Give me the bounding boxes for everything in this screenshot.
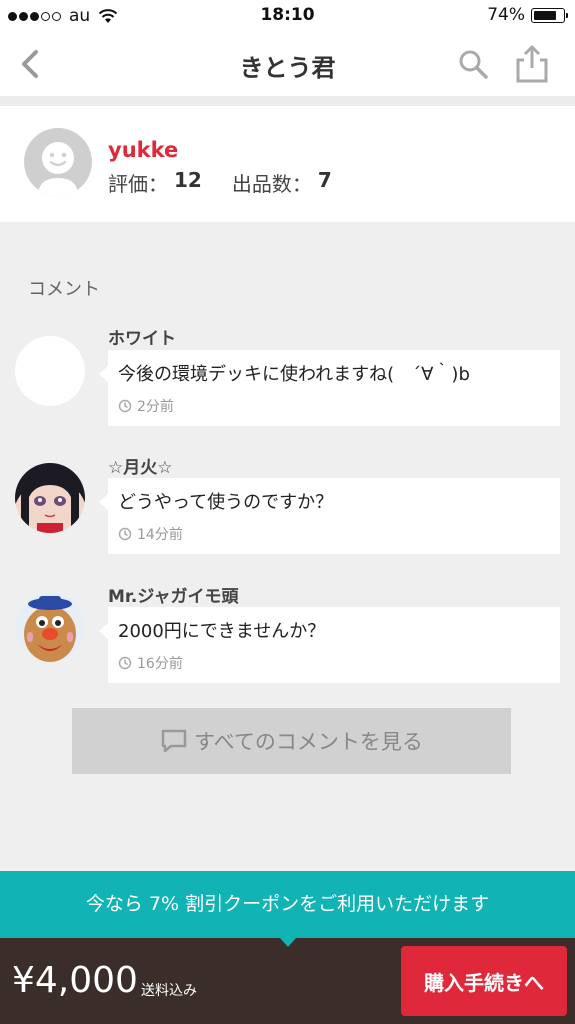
seller-avatar[interactable] — [24, 128, 92, 196]
comments-heading: コメント — [28, 279, 100, 300]
comment-time: 16分前 — [118, 653, 183, 673]
rating-label: 評価： — [108, 172, 168, 196]
comment-bubble: 2000円にできませんか？ 16分前 — [99, 607, 560, 683]
comment-bubble-icon — [161, 729, 187, 753]
comment-text: 2000円にできませんか？ — [118, 621, 326, 642]
comment-user[interactable]: ホワイト — [108, 324, 176, 349]
comment-user[interactable]: ☆月火☆ — [108, 453, 172, 478]
purchase-button[interactable]: 購入手続きへ — [401, 946, 567, 1016]
clock-icon — [118, 527, 132, 541]
listings-value: 7 — [317, 168, 332, 192]
share-icon[interactable] — [514, 44, 550, 84]
status-right: 74% — [487, 5, 568, 25]
comment-bubble: 今後の環境デッキに使われますね( ´∀｀)b 2分前 — [99, 350, 560, 426]
purchase-footer: ¥4,000 送料込み 購入手続きへ — [0, 938, 575, 1024]
potato-head-avatar[interactable] — [15, 592, 85, 662]
listings-label: 出品数： — [231, 172, 312, 196]
status-bar: au 18:10 74% — [0, 0, 575, 32]
nav-bar: きとう君 — [0, 32, 575, 96]
battery-percent: 74% — [487, 5, 525, 25]
default-user-icon — [38, 142, 78, 196]
coupon-banner[interactable]: 今なら 7% 割引クーポンをご利用いただけます — [0, 871, 575, 947]
blank-avatar[interactable] — [15, 336, 85, 406]
comment-text: 今後の環境デッキに使われますね( ´∀｀)b — [118, 364, 470, 385]
rating-value: 12 — [174, 168, 202, 192]
search-icon[interactable] — [456, 48, 492, 80]
price: ¥4,000 — [12, 960, 138, 1001]
seller-card[interactable]: yukke 評価： 12 出品数： 7 — [0, 106, 575, 222]
comment-time: 14分前 — [118, 524, 183, 544]
comment-bubble: どうやって使うのですか？ 14分前 — [99, 478, 560, 554]
comment-text: どうやって使うのですか？ — [118, 492, 334, 513]
battery-icon — [531, 7, 568, 23]
shipping-note: 送料込み — [141, 983, 197, 999]
comment-user[interactable]: Mr.ジャガイモ頭 — [108, 582, 239, 607]
nav-divider — [0, 96, 575, 106]
clock-icon — [118, 656, 132, 670]
view-all-comments-label: すべてのコメントを見る — [194, 730, 423, 754]
clock-icon — [118, 399, 132, 413]
seller-name[interactable]: yukke — [108, 138, 178, 162]
view-all-comments-button[interactable]: すべてのコメントを見る — [72, 708, 511, 774]
comment-time: 2分前 — [118, 396, 174, 416]
seller-stats: 評価： 12 出品数： 7 — [108, 168, 332, 197]
anime-girl-avatar[interactable] — [15, 463, 85, 533]
